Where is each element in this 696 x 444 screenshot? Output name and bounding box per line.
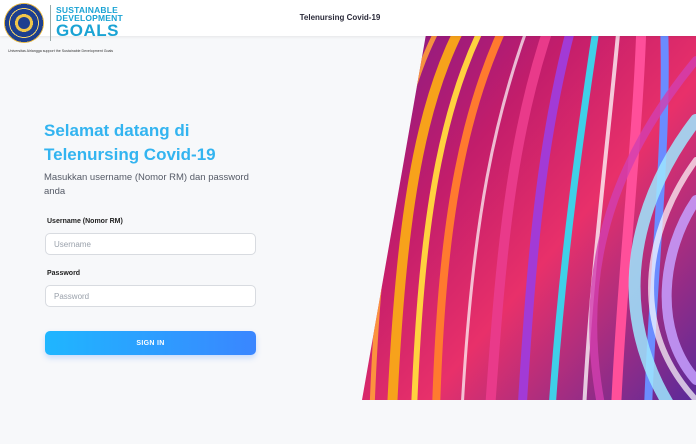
sign-in-button[interactable]: SIGN IN	[45, 331, 256, 355]
university-seal-icon	[4, 3, 44, 43]
welcome-line-2: Telenursing Covid-19	[44, 145, 216, 164]
sdg-goals-text: GOALS	[56, 21, 119, 40]
welcome-line-1: Selamat datang di	[44, 121, 190, 140]
username-label: Username (Nomor RM)	[47, 218, 123, 225]
login-subtitle: Masukkan username (Nomor RM) dan passwor…	[44, 172, 249, 197]
logo-divider	[50, 5, 51, 41]
welcome-heading: Selamat datang di Telenursing Covid-19	[44, 119, 284, 167]
password-input[interactable]	[45, 285, 256, 307]
username-input[interactable]	[45, 233, 256, 255]
logo-caption: Universitas Airlangga support the Sustai…	[8, 49, 114, 53]
sdg-logo: SUSTAINABLE DEVELOPMENT GOALS Universita…	[4, 3, 124, 55]
decorative-art-panel	[362, 0, 696, 400]
password-label: Password	[47, 270, 81, 277]
header-title: Telenursing Covid-19	[299, 13, 381, 22]
